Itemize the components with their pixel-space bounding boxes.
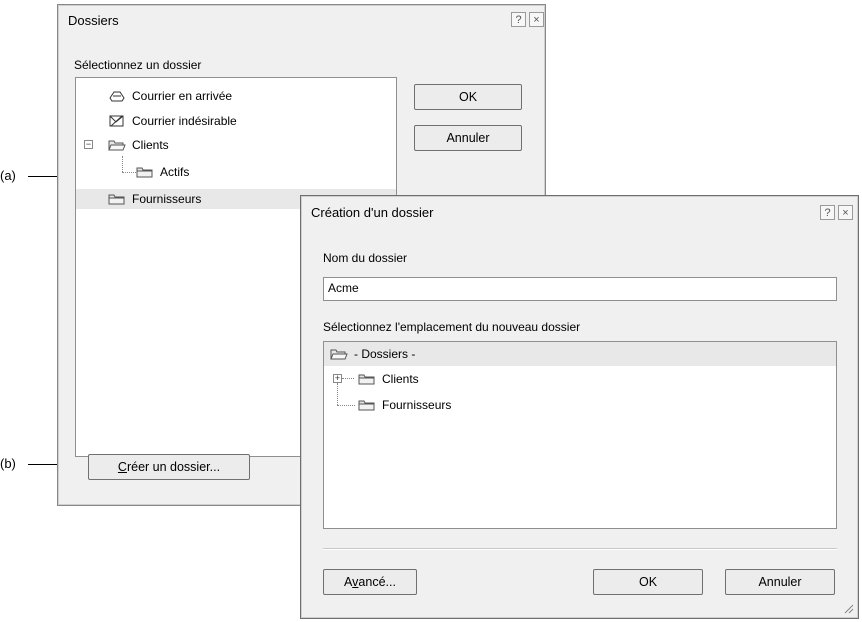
advanced-label-start: A [344,575,353,589]
tree-item-clients[interactable]: Clients [108,135,169,155]
tree-item-fournisseurs[interactable]: Fournisseurs [358,395,451,415]
folder-open-icon [330,349,348,360]
create-folder-mnemonic: C [117,460,127,474]
close-button[interactable]: × [838,205,853,220]
create-folder-button[interactable]: Créer un dossier... [88,454,250,480]
tree-connector [122,156,123,172]
tree-connector [337,383,338,405]
select-folder-label: Sélectionnez un dossier [74,58,202,72]
tree-item-label: Clients [132,138,169,152]
create-folder-dialog: Création d'un dossier ? × Nom du dossier… [300,195,859,619]
folder-name-label: Nom du dossier [323,251,408,265]
tree-connector [337,405,355,406]
tree-item-actifs[interactable]: Actifs [136,162,189,182]
help-button[interactable]: ? [511,12,526,27]
folder-icon [136,167,153,178]
callout-a: (a) [0,168,16,183]
folder-icon [108,194,125,205]
create-titlebar: Création d'un dossier ? × [301,196,858,224]
tree-item-label: Actifs [160,165,190,179]
folder-icon [358,374,375,385]
tree-item-label: Fournisseurs [382,398,452,412]
folder-name-input[interactable]: Acme [323,277,837,301]
cancel-button[interactable]: Annuler [414,125,522,151]
dossiers-title: Dossiers [68,13,119,28]
dossiers-titlebar: Dossiers ? × [58,5,545,33]
location-tree[interactable]: - Dossiers - + Clients Fournisseurs [323,341,837,529]
tree-connector [342,378,354,379]
tree-connector [122,172,136,173]
tree-item-inbox[interactable]: Courrier en arrivée [108,86,232,106]
ok-button[interactable]: OK [593,569,703,595]
folder-icon [358,400,375,411]
tree-item-label: Clients [382,372,419,386]
expand-clients-toggle[interactable]: + [333,374,342,383]
collapse-clients-toggle[interactable]: − [84,140,93,149]
tree-item-label: - Dossiers - [354,347,416,361]
tree-item-label: Fournisseurs [132,192,202,206]
resize-grip-icon[interactable] [842,602,854,614]
tree-item-label: Courrier indésirable [132,114,237,128]
tree-item-root[interactable]: - Dossiers - [330,344,415,364]
create-title: Création d'un dossier [311,205,434,220]
tree-item-clients[interactable]: Clients [358,369,419,389]
folder-open-icon [108,140,126,151]
tree-item-label: Courrier en arrivée [132,89,233,103]
separator [323,548,837,550]
junk-mail-icon [109,115,124,127]
inbox-icon [109,91,125,102]
close-button[interactable]: × [529,12,544,27]
create-folder-label: réer un dossier... [126,460,221,474]
cancel-button[interactable]: Annuler [725,569,835,595]
tree-item-fournisseurs[interactable]: Fournisseurs [108,189,201,209]
advanced-button[interactable]: Avancé... [323,569,417,595]
advanced-label-end: ancé... [358,575,396,589]
location-label: Sélectionnez l'emplacement du nouveau do… [323,320,581,334]
tree-item-junk[interactable]: Courrier indésirable [108,111,237,131]
help-button[interactable]: ? [820,205,835,220]
callout-b: (b) [0,456,16,471]
ok-button[interactable]: OK [414,84,522,110]
